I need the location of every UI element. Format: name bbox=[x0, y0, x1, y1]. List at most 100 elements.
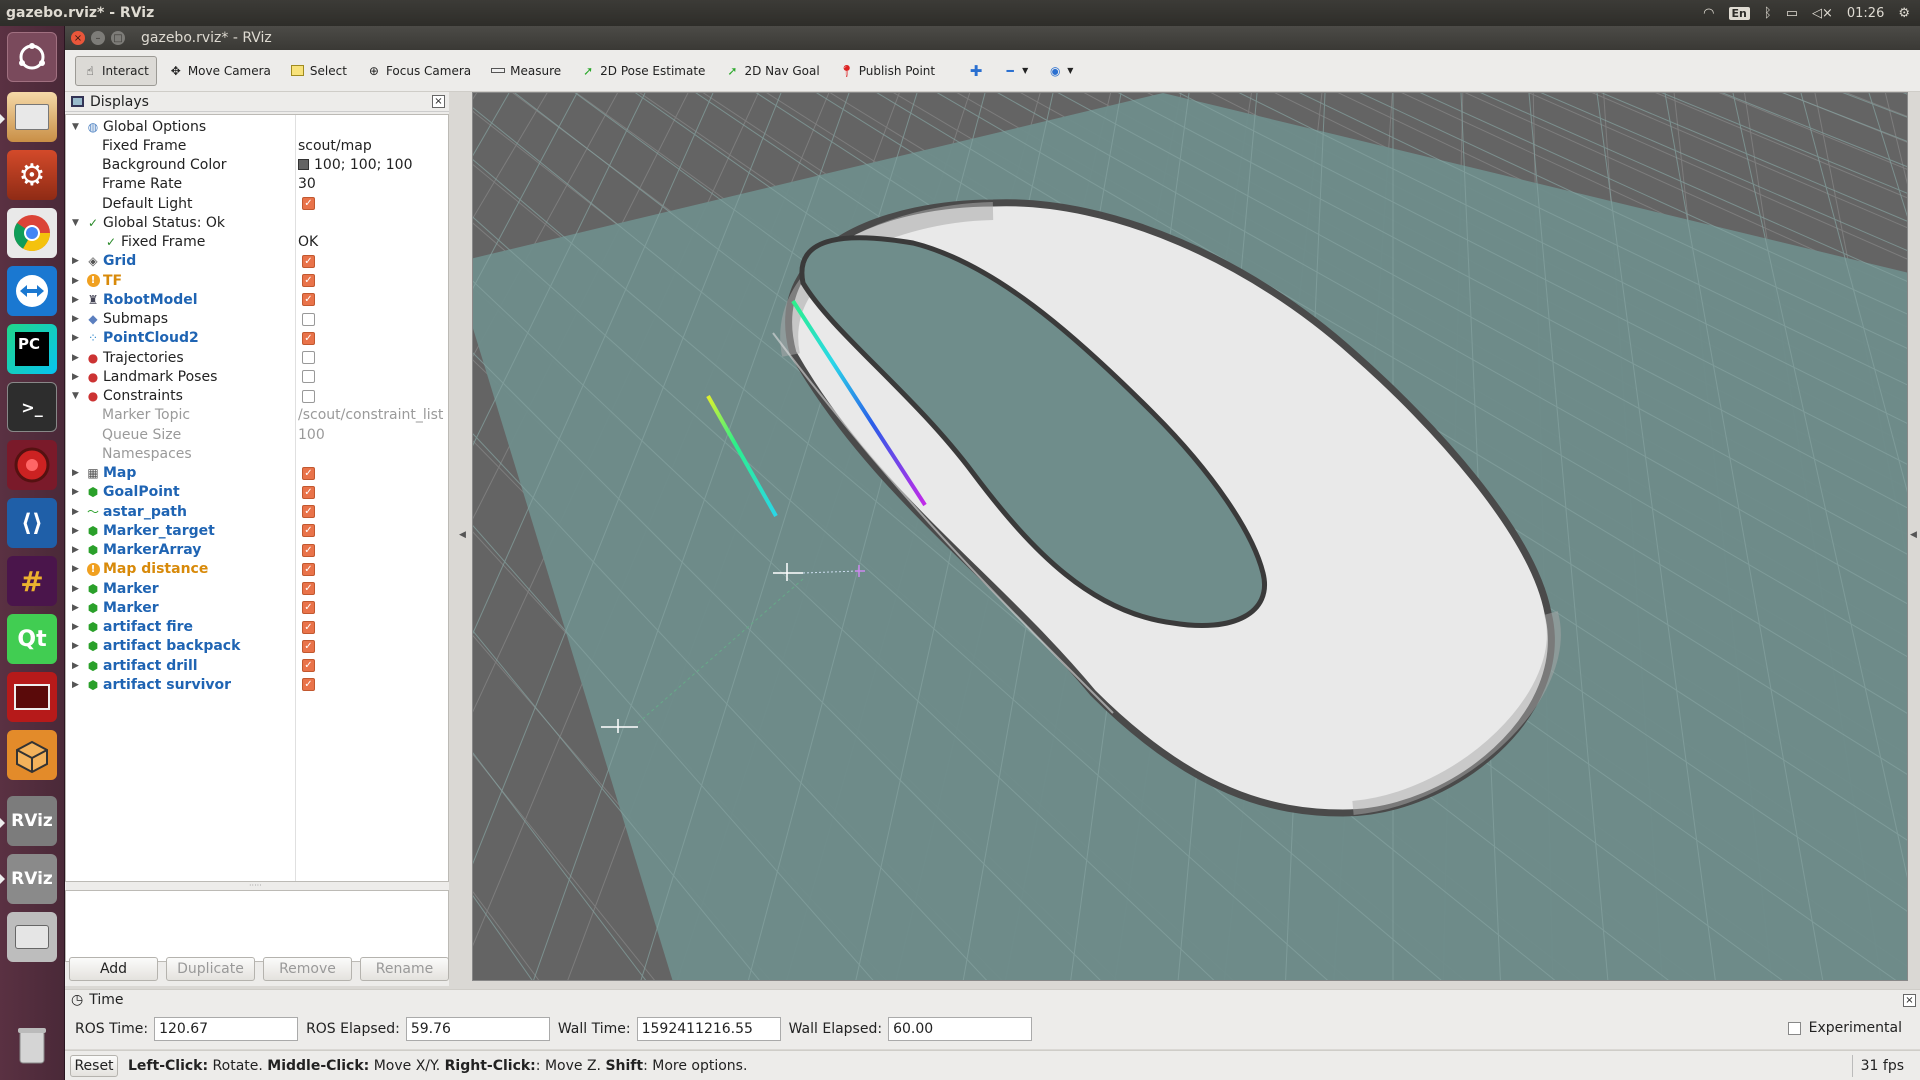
close-icon[interactable]: × bbox=[71, 31, 85, 45]
experimental-option[interactable]: Experimental bbox=[1787, 1020, 1902, 1036]
display-row[interactable]: ▶ ⬢ artifact drill ✓ bbox=[66, 656, 448, 675]
screen-recorder-icon[interactable] bbox=[7, 440, 57, 490]
display-row[interactable]: ▶! TF ✓ bbox=[66, 271, 448, 290]
display-row[interactable]: ▶ ⁘ PointCloud2 ✓ bbox=[66, 329, 448, 348]
scene-render[interactable] bbox=[473, 93, 1908, 981]
display-value[interactable]: 100; 100; 100 bbox=[314, 157, 413, 173]
left-splitter-arrow[interactable]: ◀ bbox=[459, 530, 469, 540]
slack-icon[interactable]: # bbox=[7, 556, 57, 606]
display-enabled-checkbox[interactable]: ✓ bbox=[302, 524, 315, 538]
display-row[interactable]: ▶ ● Landmark Poses bbox=[66, 367, 448, 386]
rviz-icon-2[interactable]: RViz bbox=[7, 854, 57, 904]
display-row[interactable]: ▶ ▦ Map ✓ bbox=[66, 464, 448, 483]
chrome-icon[interactable] bbox=[7, 208, 57, 258]
teamviewer-icon[interactable] bbox=[7, 266, 57, 316]
dashboard-icon[interactable] bbox=[7, 672, 57, 722]
dash-icon[interactable] bbox=[7, 32, 57, 82]
publish-point-tool-button[interactable]: 📍︎ Publish Point bbox=[832, 56, 943, 86]
rviz-icon[interactable]: RViz bbox=[7, 796, 57, 846]
right-splitter-arrow[interactable]: ◀ bbox=[1910, 530, 1920, 540]
expand-arrow-right-icon[interactable]: ▶ bbox=[72, 372, 82, 382]
pose-estimate-tool-button[interactable]: ➚ 2D Pose Estimate bbox=[573, 56, 713, 86]
nav-goal-tool-button[interactable]: ➚ 2D Nav Goal bbox=[717, 56, 827, 86]
display-row[interactable]: Background Color 100; 100; 100 bbox=[66, 156, 448, 175]
keyboard-layout-indicator[interactable]: En bbox=[1728, 6, 1750, 20]
expand-arrow-down-icon[interactable]: ▼ bbox=[72, 122, 82, 132]
disk-icon[interactable] bbox=[7, 912, 57, 962]
expand-arrow-down-icon[interactable]: ▼ bbox=[72, 391, 82, 401]
display-row[interactable]: ▶ ⬢ GoalPoint ✓ bbox=[66, 483, 448, 502]
display-row[interactable]: ▶ ● Trajectories bbox=[66, 348, 448, 367]
vscode-icon[interactable]: ⟨⟩ bbox=[7, 498, 57, 548]
display-row[interactable]: ▶ ⬢ MarkerArray ✓ bbox=[66, 541, 448, 560]
splitter-handle[interactable]: ····· bbox=[249, 881, 262, 890]
expand-arrow-right-icon[interactable]: ▶ bbox=[72, 564, 82, 574]
expand-arrow-right-icon[interactable]: ▶ bbox=[72, 276, 82, 286]
display-value[interactable]: 30 bbox=[298, 176, 316, 192]
expand-arrow-down-icon[interactable]: ▼ bbox=[72, 218, 82, 228]
volume-icon[interactable]: ◁× bbox=[1812, 6, 1833, 21]
display-row[interactable]: ▼ ● Constraints bbox=[66, 387, 448, 406]
expand-arrow-right-icon[interactable]: ▶ bbox=[72, 661, 82, 671]
wall-elapsed-field[interactable]: 60.00 bbox=[888, 1017, 1033, 1041]
expand-arrow-right-icon[interactable]: ▶ bbox=[72, 526, 82, 536]
display-enabled-checkbox[interactable]: ✓ bbox=[302, 293, 315, 307]
display-row[interactable]: ▶ ⬢ Marker ✓ bbox=[66, 598, 448, 617]
display-enabled-checkbox[interactable]: ✓ bbox=[302, 678, 315, 692]
display-row[interactable]: Default Light ✓ bbox=[66, 194, 448, 213]
trash-icon[interactable] bbox=[7, 1020, 57, 1070]
display-enabled-checkbox[interactable] bbox=[302, 370, 315, 384]
display-row[interactable]: ▼ ✓ Global Status: Ok bbox=[66, 213, 448, 232]
display-row[interactable]: Queue Size 100 bbox=[66, 425, 448, 444]
display-row[interactable]: Frame Rate 30 bbox=[66, 175, 448, 194]
display-enabled-checkbox[interactable] bbox=[302, 351, 315, 364]
clock[interactable]: 01:26 bbox=[1847, 6, 1884, 21]
display-enabled-checkbox[interactable]: ✓ bbox=[302, 543, 315, 557]
display-enabled-checkbox[interactable] bbox=[302, 312, 315, 326]
display-enabled-checkbox[interactable]: ✓ bbox=[302, 620, 315, 634]
duplicate-button[interactable]: Duplicate bbox=[166, 957, 255, 981]
display-value[interactable]: scout/map bbox=[298, 138, 372, 154]
display-enabled-checkbox[interactable]: ✓ bbox=[302, 639, 315, 653]
display-enabled-checkbox[interactable] bbox=[302, 389, 315, 403]
display-enabled-checkbox[interactable]: ✓ bbox=[302, 601, 315, 615]
bluetooth-icon[interactable]: ᛒ bbox=[1764, 6, 1772, 21]
display-row[interactable]: ▶! Map distance ✓ bbox=[66, 560, 448, 579]
display-row[interactable]: ▶ ◈ Grid ✓ bbox=[66, 252, 448, 271]
display-enabled-checkbox[interactable]: ✓ bbox=[302, 659, 315, 672]
close-icon[interactable]: × bbox=[1903, 994, 1916, 1007]
expand-arrow-right-icon[interactable]: ▶ bbox=[72, 353, 82, 363]
minimize-icon[interactable]: – bbox=[91, 31, 105, 45]
maximize-icon[interactable]: □ bbox=[111, 31, 125, 45]
select-tool-button[interactable]: Select bbox=[283, 56, 355, 86]
display-enabled-checkbox[interactable]: ✓ bbox=[302, 505, 315, 518]
display-value[interactable]: OK bbox=[298, 234, 318, 250]
render-viewport[interactable] bbox=[472, 92, 1908, 981]
display-value[interactable]: 100 bbox=[298, 427, 325, 443]
display-enabled-checkbox[interactable]: ✓ bbox=[302, 562, 315, 576]
expand-arrow-right-icon[interactable]: ▶ bbox=[72, 487, 82, 497]
display-row[interactable]: Fixed Frame scout/map bbox=[66, 136, 448, 155]
view-tool-dropdown[interactable]: ◉ ▼ bbox=[1040, 56, 1081, 86]
display-row[interactable]: ▶ ⬢ Marker_target ✓ bbox=[66, 521, 448, 540]
ros-time-field[interactable]: 120.67 bbox=[154, 1017, 299, 1041]
expand-arrow-right-icon[interactable]: ▶ bbox=[72, 507, 82, 517]
expand-arrow-right-icon[interactable]: ▶ bbox=[72, 584, 82, 594]
remove-button[interactable]: Remove bbox=[263, 957, 352, 981]
move-camera-tool-button[interactable]: ✥ Move Camera bbox=[161, 56, 279, 86]
display-row[interactable]: Marker Topic/scout/constraint_list bbox=[66, 406, 448, 425]
expand-arrow-right-icon[interactable]: ▶ bbox=[72, 545, 82, 555]
display-row[interactable]: ▶ 〜 astar_path ✓ bbox=[66, 502, 448, 521]
display-row[interactable]: ▶ ♜ RobotModel ✓ bbox=[66, 290, 448, 309]
display-row[interactable]: ▶ ◆ Submaps bbox=[66, 310, 448, 329]
display-enabled-checkbox[interactable]: ✓ bbox=[302, 254, 315, 268]
pycharm-icon[interactable]: PC bbox=[7, 324, 57, 374]
focus-camera-tool-button[interactable]: ⊕ Focus Camera bbox=[359, 56, 479, 86]
expand-arrow-right-icon[interactable]: ▶ bbox=[72, 680, 82, 690]
add-button[interactable]: Add bbox=[69, 957, 158, 981]
remove-tool-dropdown[interactable]: ━ ▼ bbox=[995, 56, 1036, 86]
display-row[interactable]: ✓ Fixed Frame OK bbox=[66, 233, 448, 252]
display-enabled-checkbox[interactable]: ✓ bbox=[302, 197, 315, 210]
ros-elapsed-field[interactable]: 59.76 bbox=[405, 1017, 550, 1041]
settings-icon[interactable]: ⚙ bbox=[7, 150, 57, 200]
